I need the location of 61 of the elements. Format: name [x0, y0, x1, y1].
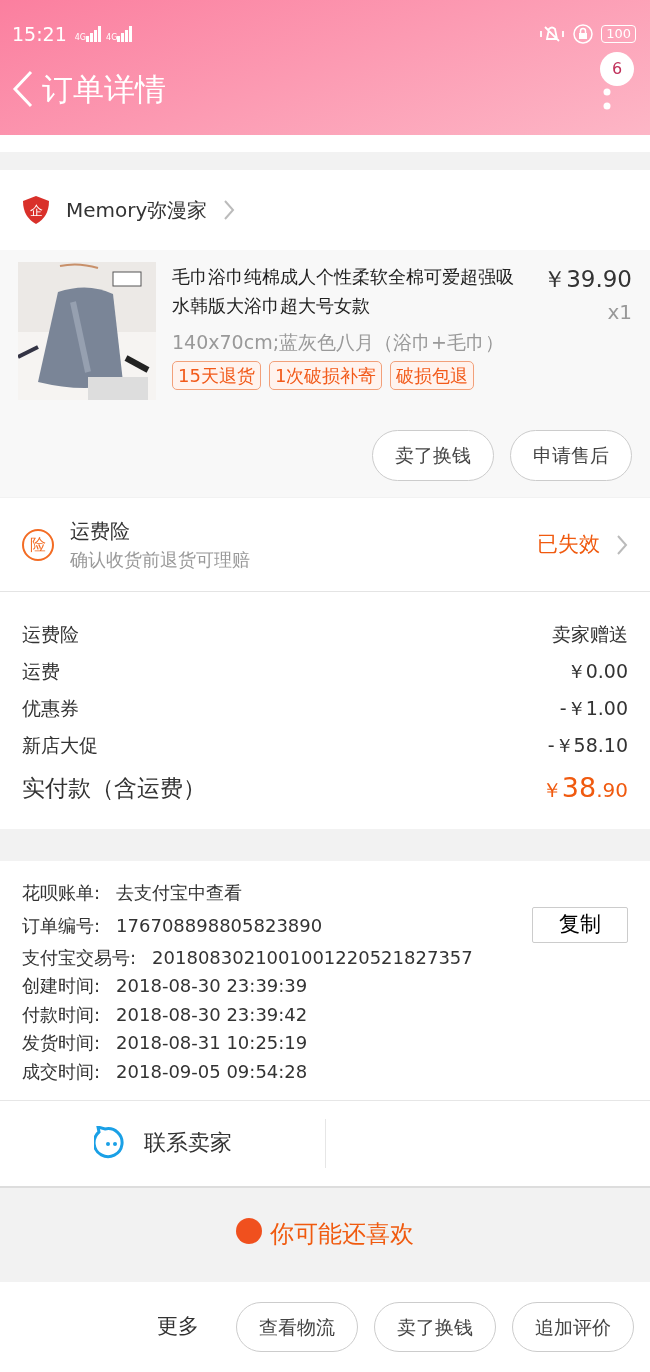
fee-label: 新店大促	[22, 733, 98, 759]
mute-bell-icon	[539, 24, 566, 44]
fee-label: 优惠券	[22, 696, 79, 722]
info-label: 创建时间:	[22, 974, 101, 999]
info-label: 支付宝交易号:	[22, 945, 137, 970]
service-tag: 15天退货	[172, 360, 261, 390]
signal-icon	[117, 26, 134, 42]
info-value: 去支付宝中查看	[116, 881, 243, 906]
insurance-icon: 险	[22, 528, 54, 561]
info-label: 成交时间:	[22, 1059, 101, 1084]
fee-value: ￥0.00	[566, 659, 628, 685]
info-value: 2018083021001001220521827357	[152, 945, 473, 970]
action-button[interactable]: 追加评价	[512, 1301, 634, 1353]
info-label: 订单编号:	[22, 913, 101, 938]
contact-seller-label: 联系卖家	[143, 1128, 232, 1158]
status-time: 15:21	[12, 21, 67, 47]
insurance-title: 运费险	[70, 518, 131, 545]
more-icon[interactable]	[602, 88, 612, 112]
product-price: ￥39.90	[543, 265, 632, 294]
info-value: 2018-08-30 23:39:42	[116, 1002, 308, 1027]
chevron-right-icon	[223, 199, 236, 221]
action-button[interactable]: 查看物流	[236, 1301, 358, 1353]
network-label: 4G	[74, 34, 87, 42]
fee-label: 运费险	[22, 622, 79, 648]
insurance-status: 已失效	[537, 530, 600, 558]
info-label: 发货时间:	[22, 1031, 101, 1056]
service-tag: 1次破损补寄	[268, 360, 383, 390]
info-label: 花呗账单:	[22, 881, 101, 906]
action-button[interactable]: 申请售后	[510, 430, 632, 481]
fee-value: 卖家赠送	[552, 622, 628, 648]
fee-label: 运费	[22, 659, 60, 685]
lock-icon	[573, 24, 594, 44]
action-button[interactable]: 卖了换钱	[374, 1301, 496, 1353]
insurance-subtitle: 确认收货前退货可理赔	[70, 548, 250, 572]
info-value: 2018-08-31 10:25:19	[116, 1031, 308, 1056]
chevron-right-icon	[616, 533, 628, 556]
fee-value: -￥1.00	[559, 696, 628, 722]
section-title: 你可能还喜欢	[270, 1218, 414, 1250]
shop-name: Memory弥漫家	[66, 197, 208, 224]
network-label: 4G	[106, 34, 118, 42]
info-value: 2018-09-05 09:54:28	[116, 1059, 308, 1084]
info-value: 176708898805823890	[116, 913, 323, 938]
shop-row[interactable]: 企 Memory弥漫家	[0, 170, 650, 250]
insurance-row[interactable]: 险 运费险 确认收货前退货可理赔 已失效	[0, 498, 650, 592]
product-quantity: x1	[606, 298, 632, 326]
action-button[interactable]: 卖了换钱	[372, 430, 494, 481]
battery-level: 100	[606, 26, 631, 42]
fee-value: -￥58.10	[547, 733, 628, 759]
info-value: 2018-08-30 23:39:39	[116, 974, 308, 999]
back-icon[interactable]	[12, 70, 34, 109]
more-button[interactable]: 更多	[144, 1304, 212, 1350]
product-title: 毛巾浴巾纯棉成人个性柔软全棉可爱超强吸水韩版大浴巾超大号女款	[172, 265, 515, 318]
product-variant: 140x70cm;蓝灰色八月（浴巾+毛巾）	[172, 330, 505, 355]
service-tag: 破损包退	[390, 360, 475, 390]
copy-button[interactable]: 复制	[532, 907, 628, 943]
signal-icon	[86, 26, 103, 42]
total-amount: ￥38.90	[541, 771, 628, 805]
info-label: 付款时间:	[22, 1002, 101, 1027]
page-title: 订单详情	[42, 70, 166, 109]
total-label: 实付款（含运费）	[22, 774, 206, 803]
shield-icon: 企	[22, 195, 50, 225]
